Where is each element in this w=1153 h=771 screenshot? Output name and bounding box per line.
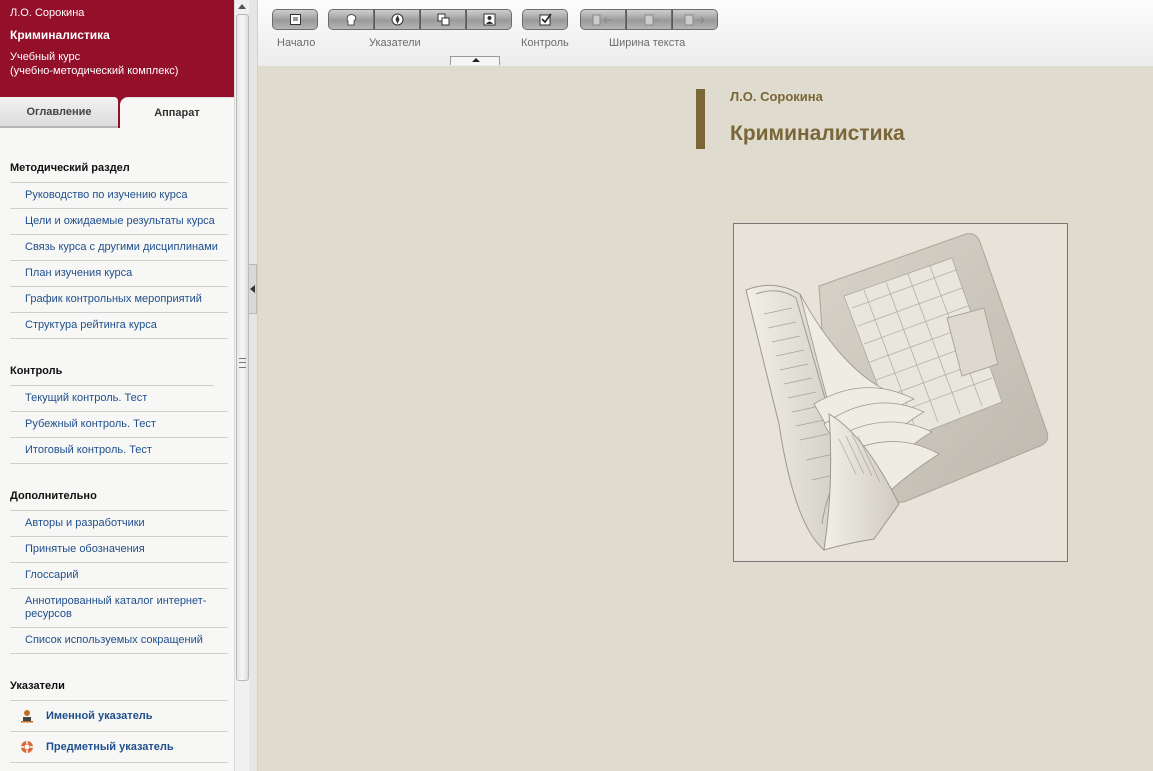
- course-header: Л.О. Сорокина Криминалистика Учебный кур…: [0, 0, 234, 97]
- section-control: Контроль Текущий контроль. Тест Рубежный…: [0, 365, 234, 464]
- indexes-label: Указатели: [369, 37, 421, 49]
- person-index-button[interactable]: [328, 9, 374, 30]
- indexes-button-group: [328, 9, 512, 30]
- narrow-text-icon: [592, 14, 612, 25]
- nav-item-name-index[interactable]: Именной указатель: [10, 701, 228, 732]
- open-book-laptop-illustration: [745, 233, 1049, 551]
- title-accent-bar: [696, 89, 705, 149]
- text-width-button-group: [580, 9, 718, 30]
- scroll-up-icon[interactable]: [238, 4, 246, 9]
- nav-item-internet-catalog[interactable]: Аннотированный каталог интернет-ресурсов: [10, 589, 228, 628]
- nav-item-abbreviations[interactable]: Список используемых сокращений: [10, 628, 228, 654]
- section-list: Авторы и разработчики Принятые обозначен…: [10, 510, 228, 654]
- nav-item-midterm-test[interactable]: Рубежный контроль. Тест: [10, 412, 228, 438]
- narrow-text-button[interactable]: [580, 9, 626, 30]
- section-title: Методический раздел: [10, 162, 130, 174]
- copy-icon: [437, 13, 449, 26]
- nav-item-label: Именной указатель: [46, 709, 153, 722]
- tab-contents[interactable]: Оглавление: [0, 97, 118, 128]
- header-author: Л.О. Сорокина: [10, 7, 85, 19]
- nav-item-related-disciplines[interactable]: Связь курса с другими дисциплинами: [10, 235, 228, 261]
- cover-image: [733, 223, 1068, 562]
- nav-item-current-test[interactable]: Текущий контроль. Тест: [10, 386, 228, 412]
- home-button-group: [272, 9, 318, 30]
- section-title: Контроль: [10, 365, 63, 377]
- sidebar-scrollbar[interactable]: [234, 0, 249, 771]
- medium-text-icon: [639, 14, 659, 25]
- portrait-button[interactable]: [466, 9, 512, 30]
- main-content: Л.О. Сорокина Криминалистика: [258, 66, 1153, 771]
- nav-item-study-plan[interactable]: План изучения курса: [10, 261, 228, 287]
- checkbox-icon: [539, 13, 552, 26]
- wide-text-icon: [684, 14, 705, 25]
- nav-item-study-guide[interactable]: Руководство по изучению курса: [10, 183, 228, 209]
- tab-apparatus[interactable]: Аппарат: [120, 97, 234, 128]
- nav-item-goals[interactable]: Цели и ожидаемые результаты курса: [10, 209, 228, 235]
- person-index-icon: [346, 14, 356, 26]
- medium-text-button[interactable]: [626, 9, 672, 30]
- section-list: Руководство по изучению курса Цели и ожи…: [10, 182, 228, 339]
- home-button[interactable]: [272, 9, 318, 30]
- nav-item-final-test[interactable]: Итоговый контроль. Тест: [10, 438, 228, 464]
- copy-button[interactable]: [420, 9, 466, 30]
- scrollbar-thumb[interactable]: [236, 14, 249, 681]
- grip-icon: [239, 358, 246, 368]
- nav-item-rating-structure[interactable]: Структура рейтинга курса: [10, 313, 228, 339]
- subject-index-icon: [20, 740, 34, 754]
- section-additional: Дополнительно Авторы и разработчики Прин…: [0, 490, 234, 654]
- section-indexes: Указатели Именной указатель Предметный у…: [0, 680, 234, 763]
- control-button-group: [522, 9, 568, 30]
- wide-text-button[interactable]: [672, 9, 718, 30]
- nav-item-glossary[interactable]: Глоссарий: [10, 563, 228, 589]
- home-icon: [289, 14, 301, 25]
- home-label: Начало: [277, 37, 316, 49]
- person-index-icon: [20, 709, 34, 723]
- header-course-type: Учебный курс (учебно-методический компле…: [10, 50, 224, 78]
- page-title: Криминалистика: [730, 122, 905, 145]
- toolbar-collapse-tab[interactable]: [450, 56, 500, 65]
- panel-splitter[interactable]: [249, 0, 258, 771]
- section-title: Дополнительно: [10, 490, 97, 502]
- collapse-sidebar-icon[interactable]: [249, 264, 257, 314]
- nav-item-authors[interactable]: Авторы и разработчики: [10, 511, 228, 537]
- content-author: Л.О. Сорокина: [730, 89, 823, 104]
- nav-item-notation[interactable]: Принятые обозначения: [10, 537, 228, 563]
- section-title: Указатели: [10, 680, 65, 692]
- portrait-icon: [483, 13, 495, 26]
- header-course-type-line1: Учебный курс: [10, 51, 81, 63]
- section-methodical: Методический раздел Руководство по изуче…: [0, 162, 234, 339]
- text-width-label: Ширина текста: [609, 37, 686, 49]
- nav-item-subject-index[interactable]: Предметный указатель: [10, 732, 228, 763]
- sidebar-tabs: Оглавление Аппарат: [0, 97, 234, 128]
- sidebar: Л.О. Сорокина Криминалистика Учебный кур…: [0, 0, 234, 771]
- nav-item-label: Предметный указатель: [46, 740, 174, 753]
- section-list: Текущий контроль. Тест Рубежный контроль…: [10, 385, 228, 464]
- header-course-title: Криминалистика: [10, 28, 110, 42]
- toolbar: Начало Указатели Контроль Ширина текста: [258, 0, 1153, 66]
- subject-index-icon: [391, 13, 403, 26]
- control-button[interactable]: [522, 9, 568, 30]
- nav-item-control-schedule[interactable]: График контрольных мероприятий: [10, 287, 228, 313]
- subject-index-button[interactable]: [374, 9, 420, 30]
- header-course-type-line2: (учебно-методический комплекс): [10, 65, 179, 77]
- section-list: Именной указатель Предметный указатель: [10, 700, 228, 763]
- control-label: Контроль: [521, 37, 569, 49]
